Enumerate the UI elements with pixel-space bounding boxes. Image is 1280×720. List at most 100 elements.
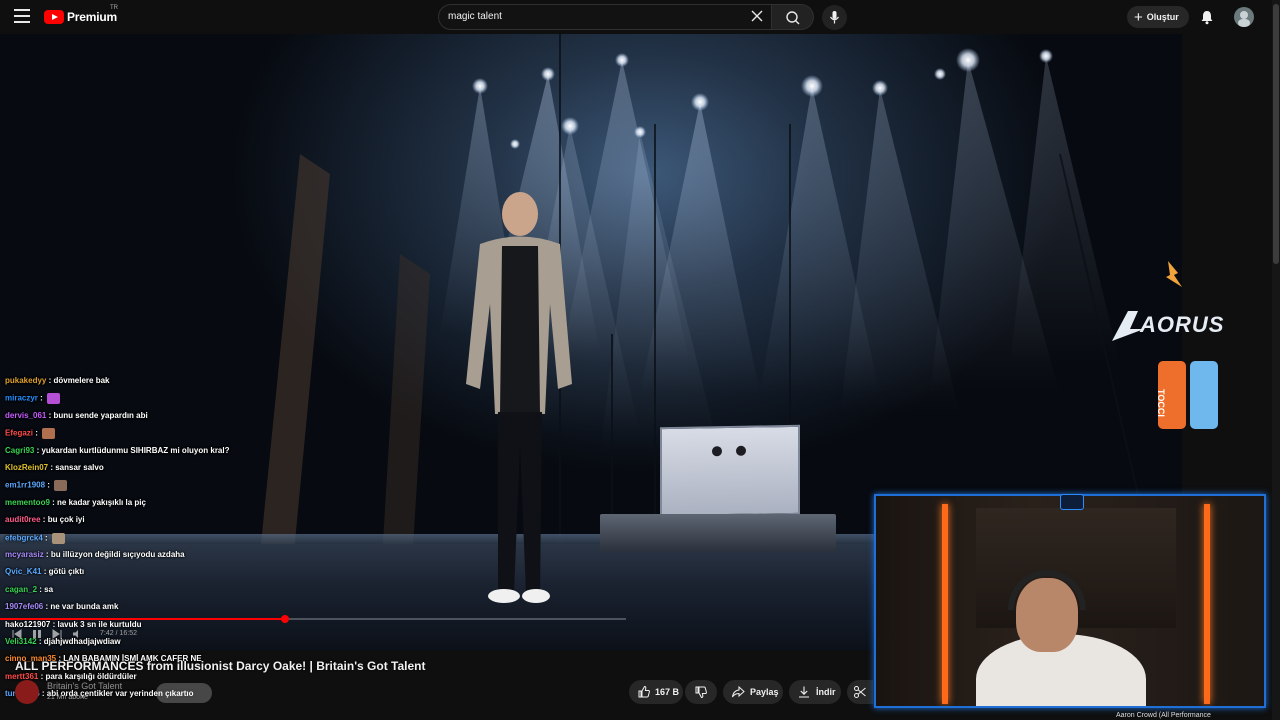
plus-icon: + <box>1134 8 1143 26</box>
neon-light <box>1204 504 1210 704</box>
chat-message: Efegazi : <box>5 428 56 440</box>
progress-fill <box>0 618 285 620</box>
stage-platform <box>600 514 836 552</box>
chat-message: audit0ree : bu çok iyi <box>5 515 85 525</box>
chat-username[interactable]: pukakedyy <box>5 376 46 385</box>
download-label: İndir <box>816 687 836 697</box>
chat-message: mcyarasiz : bu illüzyon değildi sıçıyodu… <box>5 550 185 560</box>
logo-text: Premium <box>67 10 117 24</box>
chat-emote-icon <box>47 393 61 405</box>
scissors-icon <box>854 686 866 698</box>
sponsor-brand-name: AORUS <box>1140 312 1225 337</box>
sponsor-graphic <box>1112 261 1218 429</box>
box-hole <box>712 446 722 457</box>
search-box <box>438 4 772 30</box>
youtube-logo[interactable]: Premium TR <box>44 5 118 25</box>
pause-icon[interactable] <box>32 629 42 639</box>
clear-search-icon[interactable] <box>750 9 764 23</box>
search-button[interactable] <box>772 4 814 30</box>
chat-username[interactable]: cagan_2 <box>5 585 37 594</box>
chat-username[interactable]: miraczyr <box>5 394 38 403</box>
chat-text: bunu sende yapardın abi <box>53 410 148 420</box>
video-time: 7:42 / 16:52 <box>100 630 137 637</box>
search-icon <box>786 11 800 25</box>
chat-username[interactable]: Efegazi <box>5 429 33 438</box>
chat-username[interactable]: dervis_061 <box>5 411 46 420</box>
chat-message: dervis_061 : bunu sende yapardın abi <box>5 411 148 421</box>
webcam-frame-badge <box>1060 494 1084 510</box>
chat-text: sa <box>44 584 54 594</box>
share-button[interactable]: Paylaş <box>723 680 783 704</box>
chat-message: efebgrck4 : <box>5 532 65 544</box>
chat-message: miraczyr : <box>5 393 61 405</box>
create-button[interactable]: + Oluştur <box>1127 6 1189 28</box>
youtube-play-icon <box>44 10 64 24</box>
player-controls <box>12 628 82 640</box>
chat-username[interactable]: 1907efe06 <box>5 602 43 611</box>
video-progress-bar[interactable] <box>0 615 626 623</box>
thumbs-up-icon <box>638 685 650 698</box>
chat-username[interactable]: mertt361 <box>5 672 38 681</box>
chat-separator: : <box>41 567 49 577</box>
clip-button[interactable] <box>847 680 873 704</box>
chat-message: pukakedyy : dövmelere bak <box>5 376 110 386</box>
previous-icon[interactable] <box>12 629 22 639</box>
webcam-caption: Aaron Crowd (All Performance <box>1116 712 1211 719</box>
live-chat-overlay: pukakedyy : dövmelere bak miraczyr : derv… <box>0 372 300 708</box>
video-title: ALL PERFORMANCES from illusionist Darcy … <box>15 659 426 673</box>
chat-username[interactable]: efebgrck4 <box>5 533 43 542</box>
chat-emote-icon <box>54 480 68 492</box>
account-avatar[interactable] <box>1234 7 1254 27</box>
chat-separator: : <box>39 689 47 699</box>
chat-separator: : <box>33 428 41 438</box>
thumbs-down-icon <box>695 686 707 699</box>
download-icon <box>799 686 809 698</box>
chat-separator: : <box>45 481 53 490</box>
like-count: 167 B <box>655 687 680 697</box>
like-button[interactable]: 167 B <box>629 680 683 704</box>
logo-country-code: TR <box>110 5 118 11</box>
chat-message: cagan_2 : sa <box>5 585 53 595</box>
menu-icon[interactable] <box>14 9 30 23</box>
chat-separator: : <box>43 550 51 559</box>
chat-separator: : <box>49 497 58 507</box>
chat-username[interactable]: KlozRein07 <box>5 463 48 472</box>
chat-message: KlozRein07 : sansar salvo <box>5 463 104 473</box>
chat-message: mementoo9 : ne kadar yakışıklı la piç <box>5 498 146 508</box>
chat-text: para karşılığı öldürdüler <box>45 671 137 681</box>
chat-username[interactable]: Cagri93 <box>5 446 34 455</box>
chat-username[interactable]: mementoo9 <box>5 498 50 507</box>
volume-icon[interactable] <box>72 629 82 639</box>
search-input[interactable] <box>448 11 748 22</box>
magic-box-prop <box>660 424 800 518</box>
chat-text: ne kadar yakışıklı la piç <box>57 497 146 507</box>
channel-avatar[interactable] <box>15 680 39 704</box>
notifications-bell-icon[interactable] <box>1198 8 1216 26</box>
chat-separator: : <box>37 394 46 403</box>
chat-text: sansar salvo <box>55 463 104 472</box>
chat-username[interactable]: em1rr1908 <box>5 481 45 490</box>
chat-emote-icon <box>42 428 56 440</box>
chat-text: yukardan kurtlüdunmu SIHIRBAZ mi oluyon … <box>41 445 230 455</box>
share-label: Paylaş <box>750 687 779 697</box>
chat-text: dövmelere bak <box>53 376 110 385</box>
chat-emote-icon <box>51 532 65 544</box>
progress-scrubber[interactable] <box>280 615 289 623</box>
microphone-icon <box>830 11 839 24</box>
subscribe-button[interactable] <box>156 683 212 703</box>
performer-figure <box>466 192 572 603</box>
chat-message: Cagri93 : yukardan kurtlüdunmu SIHIRBAZ … <box>5 446 230 456</box>
chat-message: em1rr1908 : <box>5 480 68 492</box>
channel-name[interactable]: Britain's Got Talent <box>47 681 122 691</box>
next-icon[interactable] <box>52 629 62 639</box>
chat-username[interactable]: audit0ree <box>5 515 41 524</box>
share-icon <box>732 685 745 698</box>
chat-username[interactable]: mcyarasiz <box>5 550 44 559</box>
download-button[interactable]: İndir <box>789 680 841 704</box>
voice-search-button[interactable] <box>822 5 847 30</box>
create-label: Oluştur <box>1146 12 1179 22</box>
chat-username[interactable]: Qvic_K41 <box>5 567 41 576</box>
page-scroll-thumb[interactable] <box>1273 4 1279 264</box>
sponsor-can-label: TOCCI <box>1156 389 1166 417</box>
dislike-button[interactable] <box>685 680 717 704</box>
